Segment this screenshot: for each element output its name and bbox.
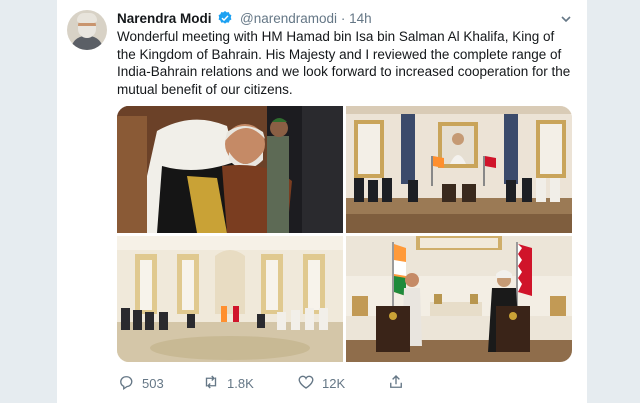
- retweet-button[interactable]: 1.8K: [202, 371, 254, 395]
- reply-icon: [117, 373, 135, 394]
- author-handle[interactable]: @narendramodi: [240, 11, 337, 26]
- tweet-timestamp[interactable]: 14h: [349, 11, 372, 26]
- photo-press-statement[interactable]: [346, 236, 572, 362]
- avatar[interactable]: [67, 10, 107, 50]
- retweet-icon: [202, 373, 220, 394]
- reply-button[interactable]: 503: [117, 371, 164, 395]
- photo-embrace[interactable]: [117, 106, 343, 233]
- photo-delegation-talks[interactable]: [117, 236, 343, 362]
- retweet-count: 1.8K: [227, 375, 254, 391]
- share-button[interactable]: [387, 371, 405, 395]
- chevron-down-icon[interactable]: [559, 12, 573, 26]
- like-button[interactable]: 12K: [297, 371, 345, 395]
- like-count: 12K: [322, 375, 346, 391]
- photo-meeting-hall[interactable]: [346, 106, 572, 233]
- tweet-card[interactable]: Narendra Modi @narendramodi · 14h Wonder…: [56, 0, 588, 403]
- share-icon: [387, 373, 405, 394]
- separator-dot: ·: [340, 11, 346, 26]
- heart-icon: [297, 373, 315, 394]
- author-name[interactable]: Narendra Modi: [117, 11, 212, 26]
- tweet-actions: 503 1.8K 12K: [117, 371, 577, 395]
- media-grid: [117, 106, 572, 362]
- reply-count: 503: [142, 375, 164, 391]
- tweet-text: Wonderful meeting with HM Hamad bin Isa …: [117, 29, 571, 97]
